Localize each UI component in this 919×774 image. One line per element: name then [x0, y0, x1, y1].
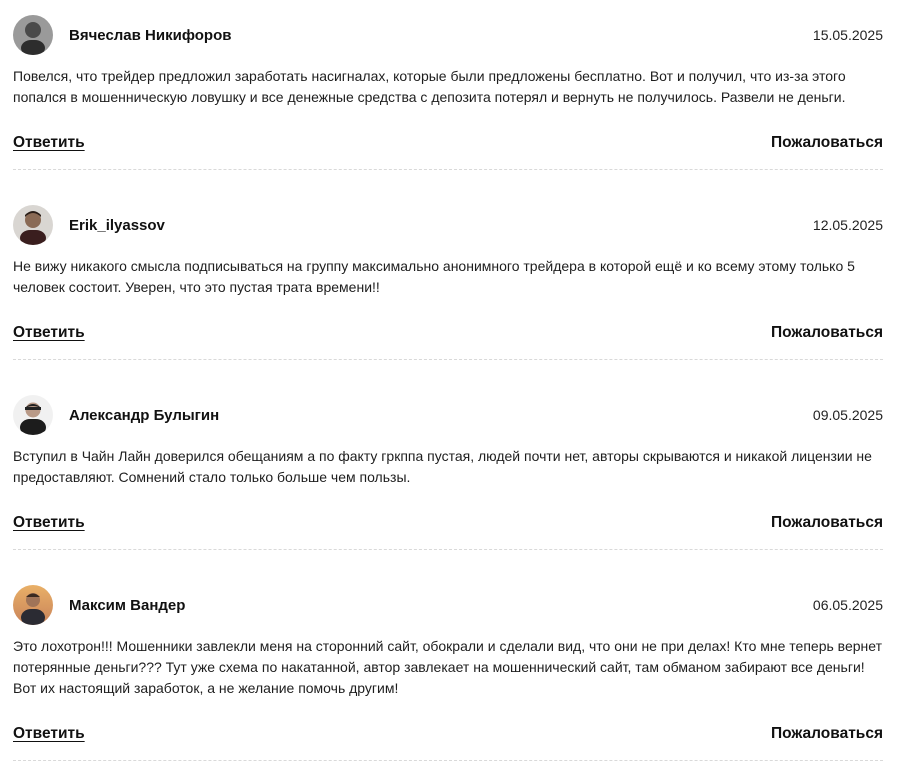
comment-header: Вячеслав Никифоров 15.05.2025 — [13, 15, 883, 57]
comment-item: Максим Вандер 06.05.2025 Это лохотрон!!!… — [13, 585, 883, 770]
reply-button[interactable]: Ответить — [13, 514, 85, 532]
reply-button[interactable]: Ответить — [13, 324, 85, 342]
comment-header: Erik_ilyassov 12.05.2025 — [13, 205, 883, 247]
author-name[interactable]: Erik_ilyassov — [69, 217, 165, 234]
comment-divider — [13, 760, 883, 761]
comment-divider — [13, 549, 883, 550]
report-button[interactable]: Пожаловаться — [771, 134, 883, 152]
comment-date: 12.05.2025 — [812, 217, 883, 233]
comment-header: Александр Булыгин 09.05.2025 — [13, 395, 883, 437]
avatar[interactable] — [13, 585, 53, 625]
comment-header: Максим Вандер 06.05.2025 — [13, 585, 883, 627]
comment-text: Вступил в Чайн Лайн доверился обещаниям … — [13, 448, 872, 485]
comment-divider — [13, 169, 883, 170]
avatar[interactable] — [13, 205, 53, 245]
report-button[interactable]: Пожаловаться — [771, 324, 883, 342]
comment-text: Не вижу никакого смысла подписываться на… — [13, 258, 855, 295]
comment-text: Повелся, что трейдер предложил заработат… — [13, 68, 846, 105]
avatar[interactable] — [13, 395, 53, 435]
comment-item: Вячеслав Никифоров 15.05.2025 Повелся, ч… — [13, 15, 883, 175]
comment-item: Александр Булыгин 09.05.2025 Вступил в Ч… — [13, 395, 883, 555]
report-button[interactable]: Пожаловаться — [771, 725, 883, 743]
comment-actions: Ответить Пожаловаться — [13, 725, 883, 747]
author-name[interactable]: Максим Вандер — [69, 597, 185, 614]
reply-button[interactable]: Ответить — [13, 725, 85, 743]
comment-date: 15.05.2025 — [812, 27, 883, 43]
comments-list: Вячеслав Никифоров 15.05.2025 Повелся, ч… — [0, 0, 919, 774]
author-name[interactable]: Вячеслав Никифоров — [69, 27, 231, 44]
comment-date: 09.05.2025 — [812, 407, 883, 423]
comment-actions: Ответить Пожаловаться — [13, 324, 883, 346]
report-button[interactable]: Пожаловаться — [771, 514, 883, 532]
comment-text: Это лохотрон!!! Мошенники завлекли меня … — [13, 638, 882, 696]
comment-actions: Ответить Пожаловаться — [13, 514, 883, 536]
comment-divider — [13, 359, 883, 360]
avatar[interactable] — [13, 15, 53, 55]
comment-actions: Ответить Пожаловаться — [13, 134, 883, 156]
comment-item: Erik_ilyassov 12.05.2025 Не вижу никаког… — [13, 205, 883, 365]
comment-date: 06.05.2025 — [812, 597, 883, 613]
reply-button[interactable]: Ответить — [13, 134, 85, 152]
author-name[interactable]: Александр Булыгин — [69, 407, 219, 424]
